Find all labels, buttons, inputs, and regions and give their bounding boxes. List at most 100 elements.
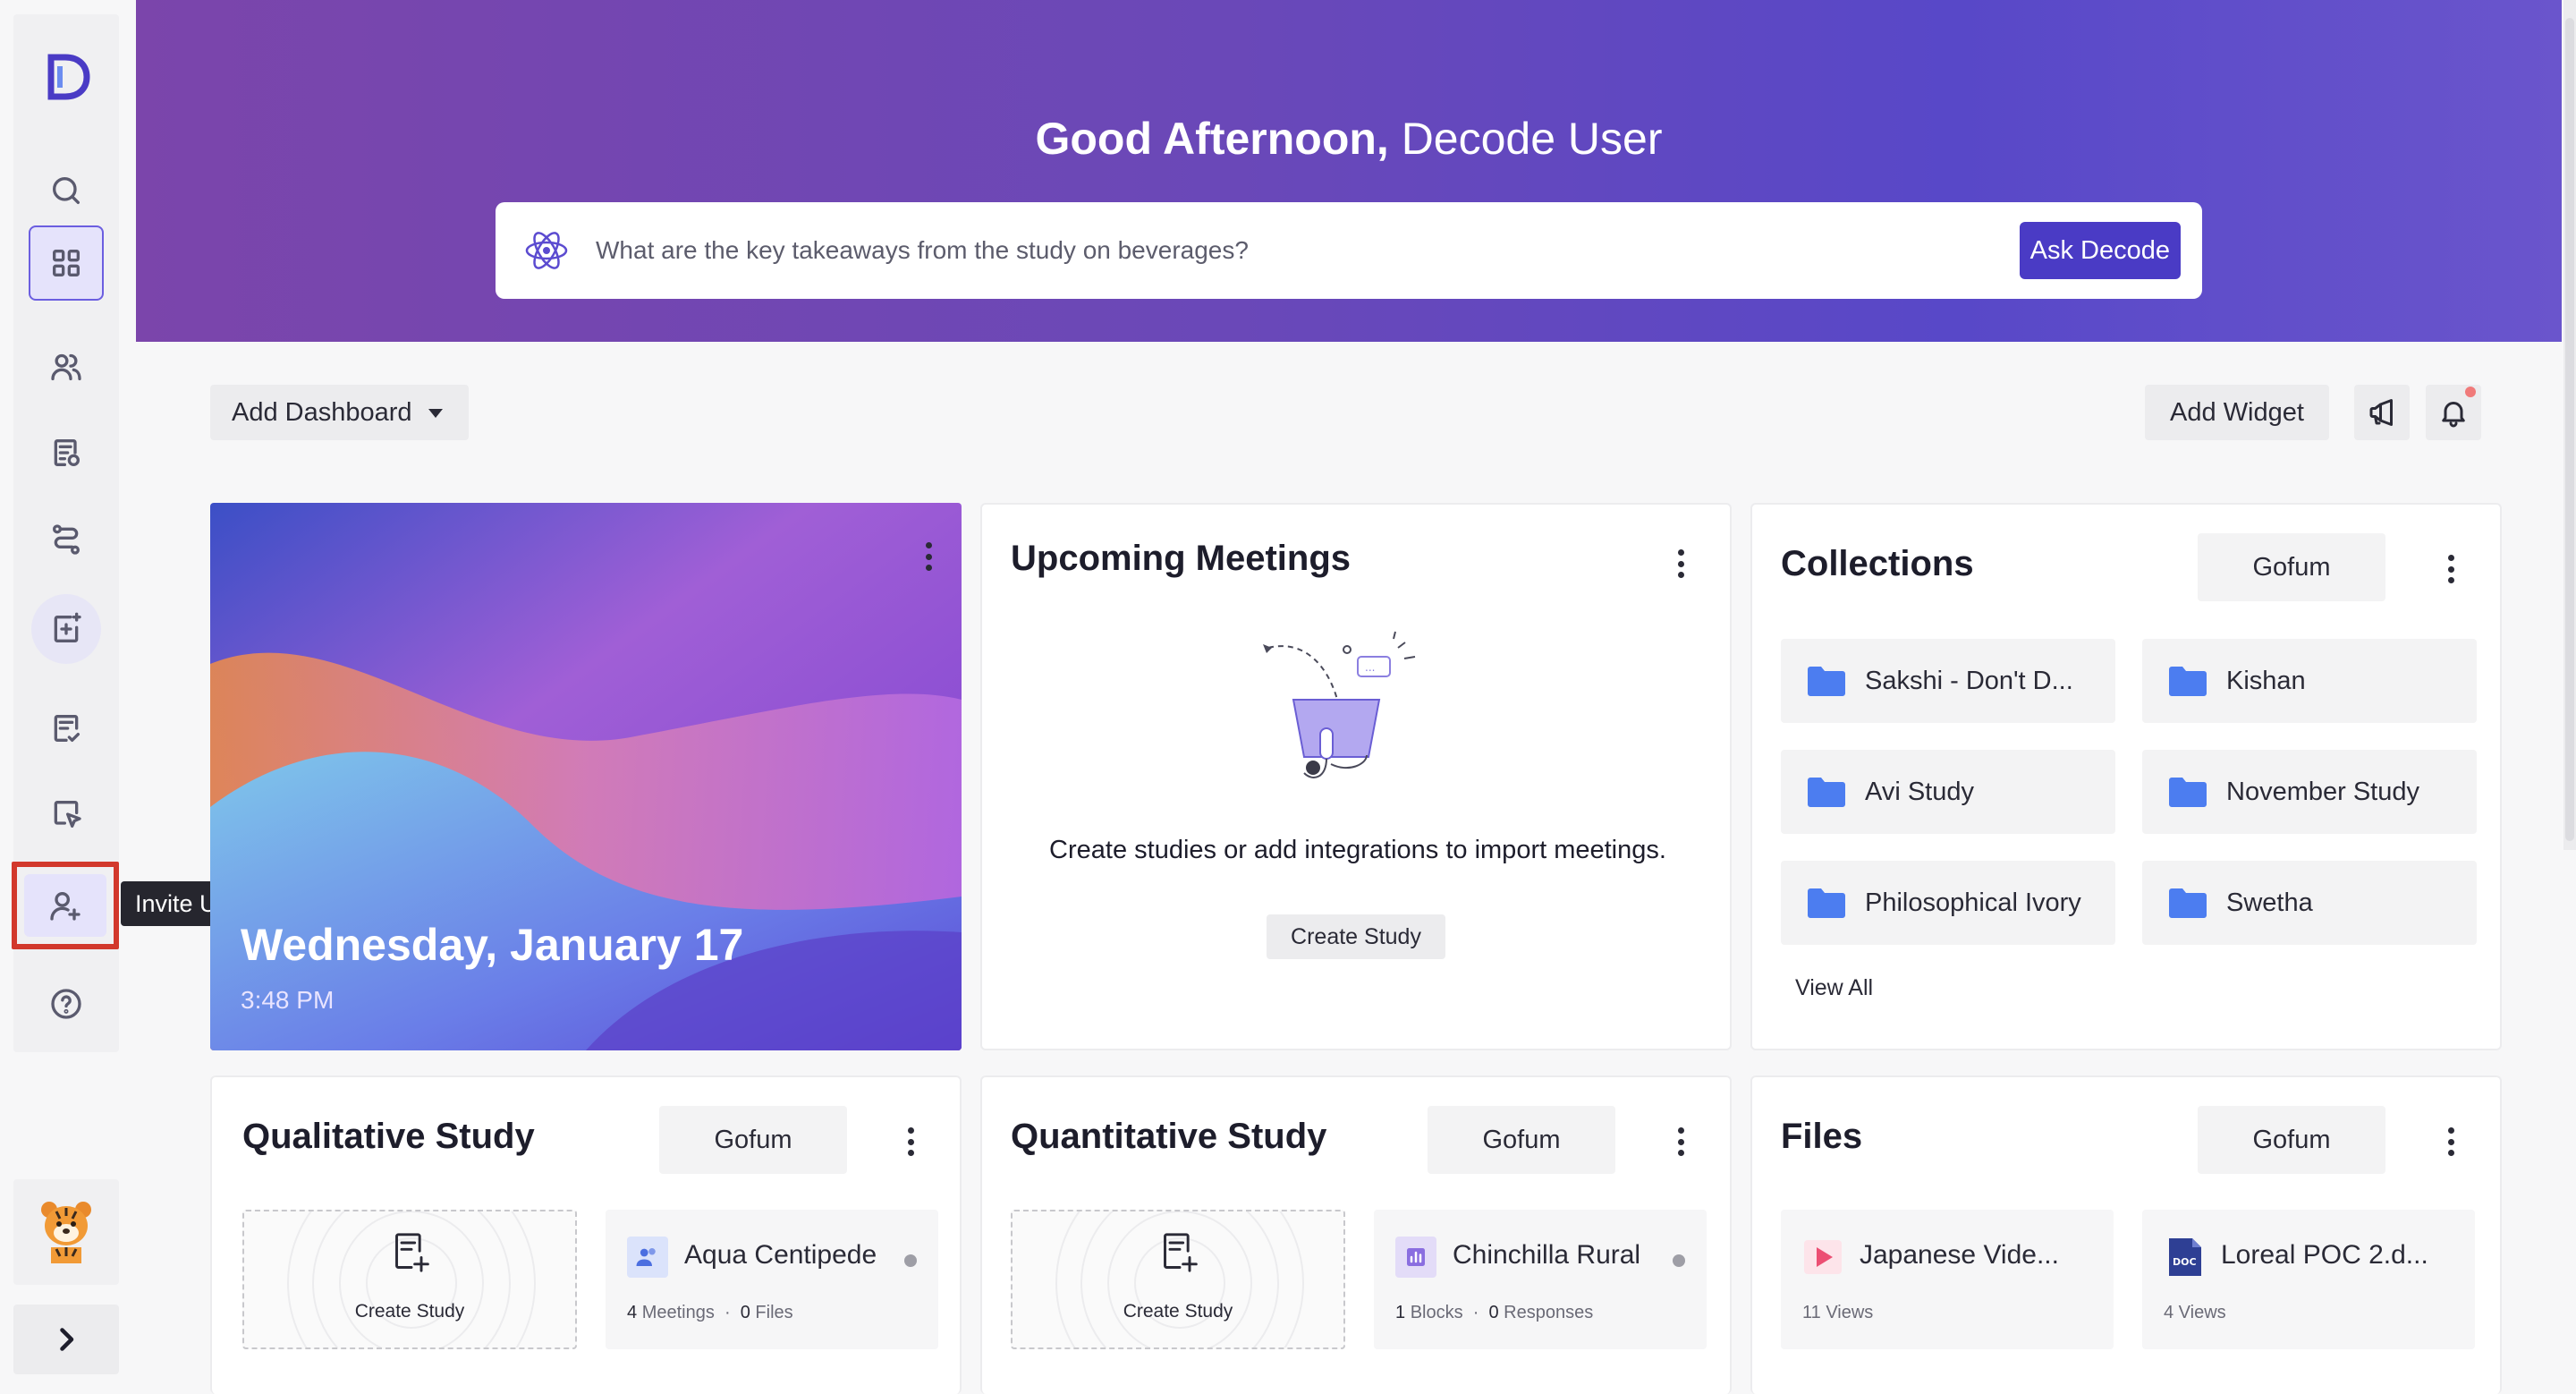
sidebar-item-dashboard[interactable] (29, 225, 104, 301)
add-dashboard-dropdown[interactable]: Add Dashboard (210, 385, 469, 440)
study-meta: 1 Blocks · 0 Responses (1395, 1303, 1594, 1322)
sidebar-item-add-study[interactable] (31, 594, 101, 664)
collection-name: Kishan (2226, 666, 2306, 695)
search-icon (53, 177, 80, 204)
sidebar-item-help[interactable] (29, 966, 104, 1041)
greeting-user-name: Decode User (1401, 114, 1663, 164)
page-scrollbar[interactable] (2563, 0, 2576, 850)
collection-item[interactable]: November Study (2142, 750, 2477, 834)
collection-name: November Study (2226, 777, 2419, 806)
file-item[interactable]: DOC Loreal POC 2.d... 4 Views (2142, 1210, 2475, 1349)
folder-icon (1808, 888, 1845, 918)
study-item[interactable]: Aqua Centipede 4 Meetings · 0 Files (606, 1210, 938, 1349)
sidebar-item-invite-user[interactable] (24, 874, 106, 937)
sidebar-item-documents[interactable] (29, 415, 104, 490)
svg-text:DOC: DOC (2173, 1256, 2197, 1268)
date-widget: Wednesday, January 17 3:48 PM (210, 503, 962, 1050)
help-icon (51, 989, 81, 1019)
card-title: Files (1781, 1117, 1863, 1156)
file-item[interactable]: Japanese Vide... 11 Views (1781, 1210, 2114, 1349)
quantitative-study-card: Quantitative Study Gofum Create Study Ch… (980, 1075, 1732, 1394)
ask-decode-button[interactable]: Ask Decode (2019, 222, 2181, 279)
folder-icon (1808, 778, 1845, 807)
folder-icon (2169, 667, 2207, 696)
empty-meetings-text: Create studies or add integrations to im… (1049, 836, 1666, 864)
bell-icon (2442, 402, 2465, 428)
people-icon (627, 1237, 668, 1278)
create-study-tile[interactable]: Create Study (1011, 1210, 1345, 1349)
create-study-label: Create Study (1123, 1301, 1233, 1322)
empty-meetings-illustration: ... (1263, 631, 1416, 778)
file-meta: 11 Views (1802, 1303, 1874, 1322)
files-filter-chip[interactable]: Gofum (2198, 1106, 2385, 1174)
hero-banner: Good Afternoon, Decode User Ask Decode (136, 0, 2562, 342)
announcements-button[interactable] (2354, 385, 2410, 440)
collection-item[interactable]: Sakshi - Don't D... (1781, 639, 2115, 723)
file-meta: 4 Views (2164, 1303, 2226, 1322)
create-study-tile[interactable]: Create Study (242, 1210, 577, 1349)
user-avatar-button[interactable] (13, 1179, 119, 1285)
dashboard-grid-icon (53, 250, 80, 276)
collection-item[interactable]: Avi Study (1781, 750, 2115, 834)
view-all-link[interactable]: View All (1795, 975, 1873, 1001)
current-date: Wednesday, January 17 (241, 920, 744, 970)
avatar (41, 1202, 91, 1263)
date-widget-menu-button[interactable] (915, 539, 942, 574)
sidebar-item-interactions[interactable] (29, 777, 104, 852)
add-dashboard-label: Add Dashboard (232, 398, 412, 427)
svg-text:...: ... (1365, 661, 1375, 674)
quantitative-filter-chip[interactable]: Gofum (1428, 1106, 1615, 1174)
study-item[interactable]: Chinchilla Rural 1 Blocks · 0 Responses (1374, 1210, 1707, 1349)
users-icon (51, 353, 81, 380)
current-time: 3:48 PM (241, 986, 335, 1014)
study-name: Chinchilla Rural (1453, 1240, 1641, 1270)
doc-file-icon: DOC (2169, 1238, 2201, 1276)
add-study-icon (54, 612, 81, 642)
chevron-right-icon (60, 1328, 74, 1351)
checklist-icon (54, 715, 80, 742)
sidebar-item-checklist[interactable] (29, 691, 104, 766)
collection-item[interactable]: Swetha (2142, 861, 2477, 945)
sidebar-item-workflow[interactable] (29, 502, 104, 577)
sidebar-item-users[interactable] (29, 329, 104, 404)
notifications-button[interactable] (2426, 385, 2481, 440)
files-card: Files Gofum Japanese Vide... 11 Views DO… (1750, 1075, 2502, 1394)
expand-sidebar-button[interactable] (13, 1305, 119, 1374)
caret-down-icon (428, 409, 443, 419)
add-document-icon (1164, 1233, 1198, 1272)
collection-name: Philosophical Ivory (1865, 888, 2081, 917)
qualitative-filter-chip[interactable]: Gofum (659, 1106, 847, 1174)
card-title: Collections (1781, 544, 1974, 583)
video-file-icon (1804, 1240, 1842, 1274)
file-name: Japanese Vide... (1860, 1240, 2059, 1270)
quantitative-menu-button[interactable] (1667, 1124, 1694, 1160)
file-name: Loreal POC 2.d... (2221, 1240, 2428, 1270)
atom-icon (525, 232, 568, 269)
collection-name: Avi Study (1865, 777, 1974, 806)
status-dot (1673, 1254, 1685, 1267)
greeting: Good Afternoon, Decode User (136, 113, 2562, 165)
collection-item[interactable]: Philosophical Ivory (1781, 861, 2115, 945)
sidebar-item-search[interactable] (29, 153, 104, 228)
add-document-icon (395, 1233, 429, 1272)
collections-card: Collections Gofum Sakshi - Don't D... Ki… (1750, 503, 2502, 1050)
scrollbar-thumb[interactable] (2565, 18, 2574, 841)
files-menu-button[interactable] (2437, 1124, 2464, 1160)
decode-logo-icon[interactable] (40, 50, 94, 104)
qualitative-menu-button[interactable] (897, 1124, 924, 1160)
collection-item[interactable]: Kishan (2142, 639, 2477, 723)
notification-dot (2465, 387, 2476, 397)
greeting-salutation: Good Afternoon, (1035, 114, 1389, 164)
bar-chart-icon (1395, 1237, 1436, 1278)
folder-icon (2169, 778, 2207, 807)
ask-decode-bar: Ask Decode (496, 202, 2202, 299)
add-widget-button[interactable]: Add Widget (2145, 385, 2329, 440)
collections-filter-chip[interactable]: Gofum (2198, 533, 2385, 601)
ask-decode-input[interactable] (596, 229, 1937, 272)
workflow-icon (53, 524, 80, 555)
create-study-button[interactable]: Create Study (1267, 914, 1445, 959)
qualitative-study-card: Qualitative Study Gofum Create Study Aqu… (210, 1075, 962, 1394)
collection-name: Swetha (2226, 888, 2313, 917)
collections-menu-button[interactable] (2437, 551, 2464, 587)
meetings-menu-button[interactable] (1667, 546, 1694, 582)
